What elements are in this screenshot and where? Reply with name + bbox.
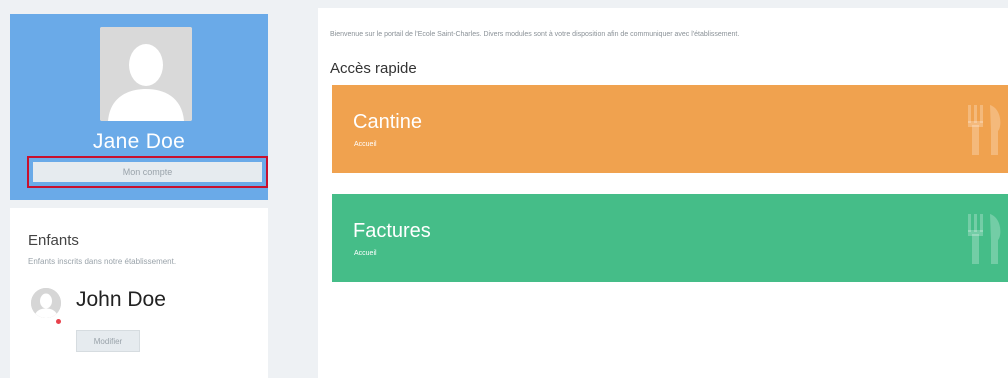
quick-access-title: Accès rapide — [330, 60, 417, 77]
children-subtitle: Enfants inscrits dans notre établissemen… — [28, 257, 177, 266]
fork-knife-icon — [968, 214, 1001, 264]
child-avatar — [31, 288, 61, 318]
fork-knife-icon — [968, 105, 1001, 155]
my-account-button-highlight: Mon compte — [27, 156, 268, 188]
child-status-dot — [56, 319, 61, 324]
my-account-button[interactable]: Mon compte — [33, 162, 262, 182]
profile-card: Jane Doe Mon compte — [10, 14, 268, 200]
main-content: Bienvenue sur le portail de l'Ecole Sain… — [318, 8, 1008, 378]
children-card: Enfants Enfants inscrits dans notre étab… — [10, 208, 268, 378]
user-avatar — [100, 27, 192, 121]
tile-title: Cantine — [353, 111, 422, 133]
user-name: Jane Doe — [92, 130, 186, 153]
tile-subtitle: Accueil — [354, 250, 377, 257]
tile-subtitle: Accueil — [354, 141, 377, 148]
tile-title: Factures — [353, 220, 431, 242]
tile-cantine[interactable]: Cantine Accueil — [332, 85, 1008, 173]
modify-child-button[interactable]: Modifier — [76, 330, 140, 352]
children-title: Enfants — [28, 232, 79, 249]
sidebar: Jane Doe Mon compte — [10, 14, 268, 200]
child-silhouette-icon — [31, 288, 61, 318]
user-silhouette-icon — [100, 27, 192, 121]
welcome-text: Bienvenue sur le portail de l'Ecole Sain… — [330, 31, 740, 38]
tile-factures[interactable]: Factures Accueil — [332, 194, 1008, 282]
child-name: John Doe — [76, 288, 166, 311]
